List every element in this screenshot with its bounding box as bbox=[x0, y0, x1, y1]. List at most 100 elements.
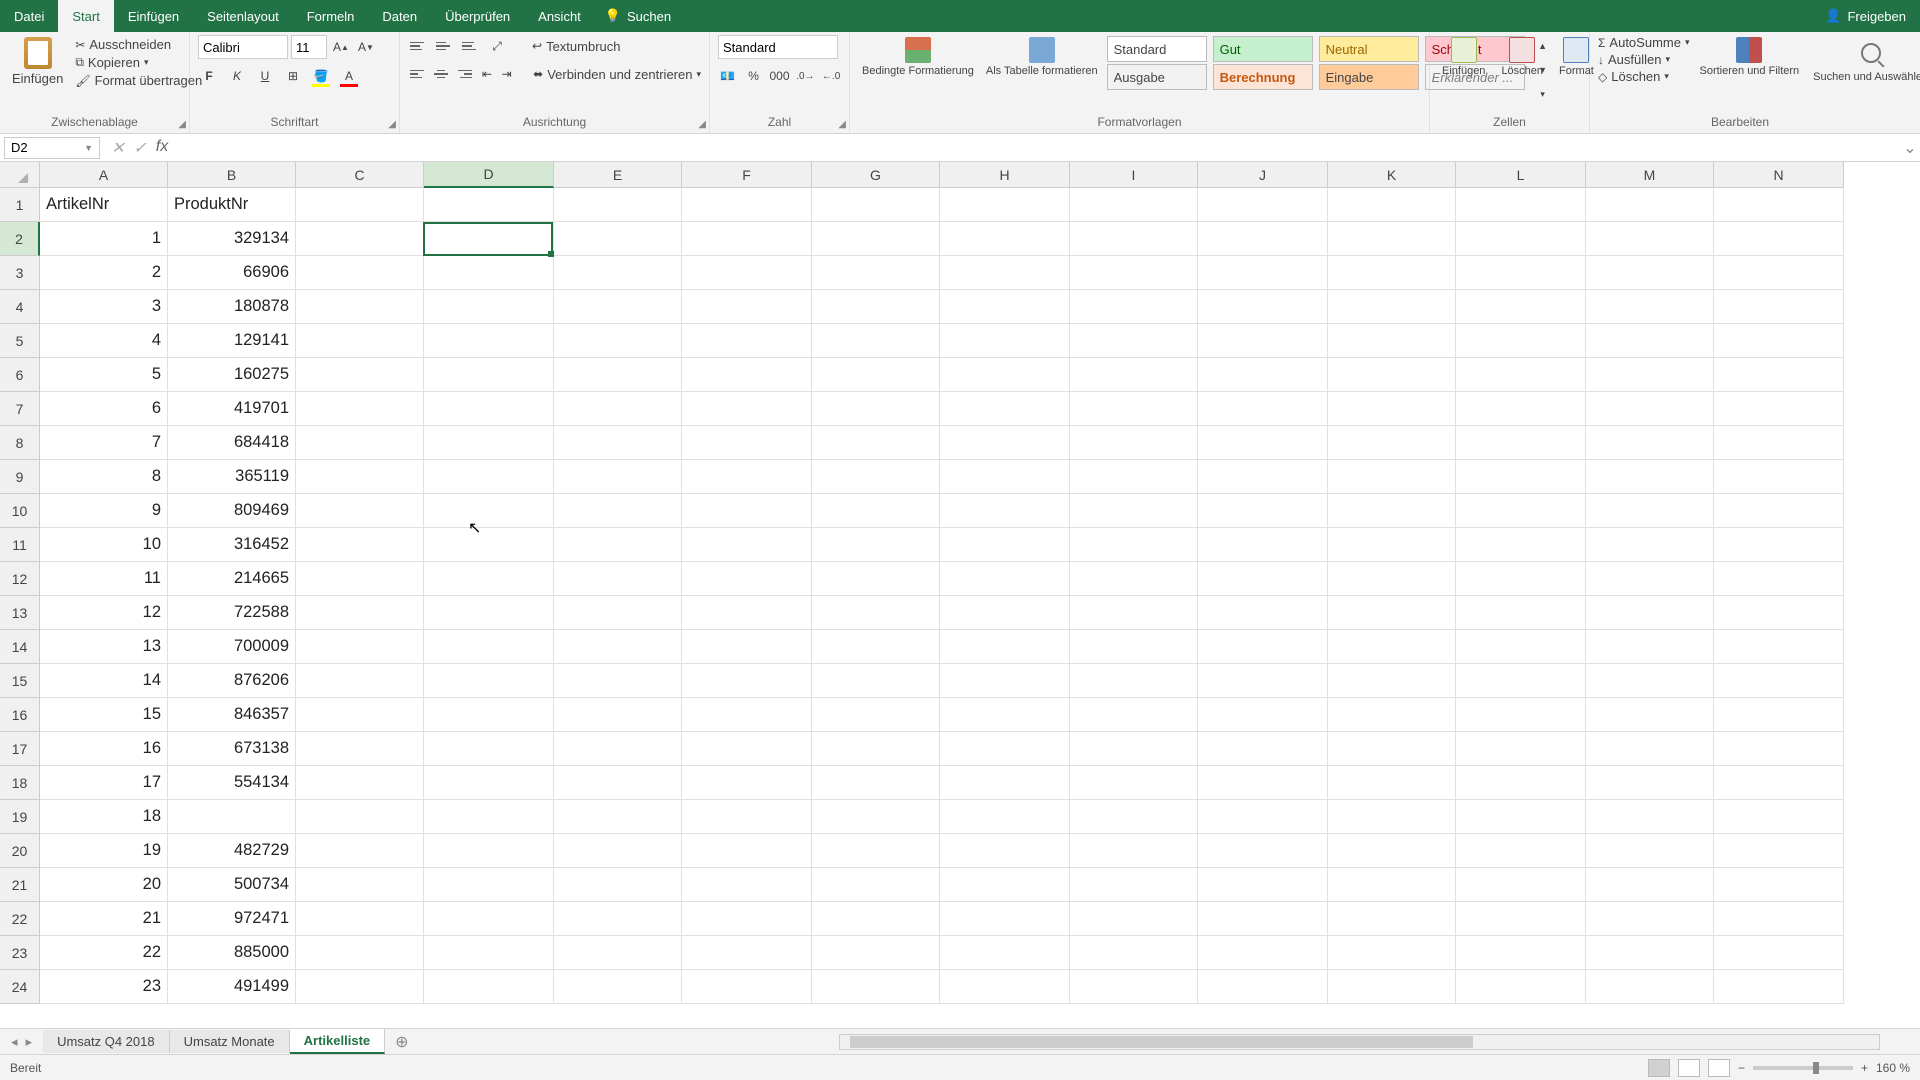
sheet-tab-artikelliste[interactable]: Artikelliste bbox=[290, 1029, 385, 1054]
sheet-nav-last[interactable]: ▸ bbox=[23, 1034, 36, 1050]
cell-L11[interactable] bbox=[1456, 528, 1586, 562]
cell-J5[interactable] bbox=[1198, 324, 1328, 358]
cell-A23[interactable]: 22 bbox=[40, 936, 168, 970]
cell-D6[interactable] bbox=[424, 358, 554, 392]
cell-F3[interactable] bbox=[682, 256, 812, 290]
cell-J23[interactable] bbox=[1198, 936, 1328, 970]
accept-formula-button[interactable]: ✓ bbox=[130, 138, 150, 158]
cell-L16[interactable] bbox=[1456, 698, 1586, 732]
cell-G12[interactable] bbox=[812, 562, 940, 596]
fill-color-button[interactable]: 🪣 bbox=[310, 65, 332, 87]
cell-F15[interactable] bbox=[682, 664, 812, 698]
column-header-D[interactable]: D bbox=[424, 162, 554, 188]
cell-I22[interactable] bbox=[1070, 902, 1198, 936]
zoom-out-button[interactable]: − bbox=[1738, 1061, 1745, 1075]
cell-L10[interactable] bbox=[1456, 494, 1586, 528]
row-header-13[interactable]: 13 bbox=[0, 596, 40, 630]
cell-I19[interactable] bbox=[1070, 800, 1198, 834]
dialog-launcher-icon[interactable]: ◢ bbox=[388, 119, 396, 130]
cell-H6[interactable] bbox=[940, 358, 1070, 392]
cell-A24[interactable]: 23 bbox=[40, 970, 168, 1004]
conditional-format-button[interactable]: Bedingte Formatierung bbox=[858, 35, 978, 79]
cell-I23[interactable] bbox=[1070, 936, 1198, 970]
cell-B24[interactable]: 491499 bbox=[168, 970, 296, 1004]
cell-K10[interactable] bbox=[1328, 494, 1456, 528]
dialog-launcher-icon[interactable]: ◢ bbox=[698, 119, 706, 130]
cell-E5[interactable] bbox=[554, 324, 682, 358]
cell-L20[interactable] bbox=[1456, 834, 1586, 868]
cell-G15[interactable] bbox=[812, 664, 940, 698]
cell-H17[interactable] bbox=[940, 732, 1070, 766]
tab-formeln[interactable]: Formeln bbox=[293, 0, 369, 32]
cell-H24[interactable] bbox=[940, 970, 1070, 1004]
cell-A12[interactable]: 11 bbox=[40, 562, 168, 596]
row-header-12[interactable]: 12 bbox=[0, 562, 40, 596]
column-header-E[interactable]: E bbox=[554, 162, 682, 188]
cell-A2[interactable]: 1 bbox=[40, 222, 168, 256]
cell-E16[interactable] bbox=[554, 698, 682, 732]
cell-B16[interactable]: 846357 bbox=[168, 698, 296, 732]
underline-button[interactable]: U bbox=[254, 65, 276, 87]
cell-G16[interactable] bbox=[812, 698, 940, 732]
cell-N22[interactable] bbox=[1714, 902, 1844, 936]
cell-N5[interactable] bbox=[1714, 324, 1844, 358]
cell-D12[interactable] bbox=[424, 562, 554, 596]
tab-ansicht[interactable]: Ansicht bbox=[524, 0, 595, 32]
cell-H18[interactable] bbox=[940, 766, 1070, 800]
font-name-select[interactable] bbox=[198, 35, 288, 59]
cell-G2[interactable] bbox=[812, 222, 940, 256]
cell-H12[interactable] bbox=[940, 562, 1070, 596]
cell-G17[interactable] bbox=[812, 732, 940, 766]
cell-G7[interactable] bbox=[812, 392, 940, 426]
cell-J20[interactable] bbox=[1198, 834, 1328, 868]
cell-F22[interactable] bbox=[682, 902, 812, 936]
cell-I9[interactable] bbox=[1070, 460, 1198, 494]
cell-K4[interactable] bbox=[1328, 290, 1456, 324]
column-header-J[interactable]: J bbox=[1198, 162, 1328, 188]
cell-C8[interactable] bbox=[296, 426, 424, 460]
cell-D5[interactable] bbox=[424, 324, 554, 358]
cell-A4[interactable]: 3 bbox=[40, 290, 168, 324]
cell-C22[interactable] bbox=[296, 902, 424, 936]
cell-L14[interactable] bbox=[1456, 630, 1586, 664]
cell-A3[interactable]: 2 bbox=[40, 256, 168, 290]
cell-H4[interactable] bbox=[940, 290, 1070, 324]
cell-I6[interactable] bbox=[1070, 358, 1198, 392]
cell-B5[interactable]: 129141 bbox=[168, 324, 296, 358]
cell-H14[interactable] bbox=[940, 630, 1070, 664]
align-top-button[interactable] bbox=[408, 37, 428, 55]
row-header-3[interactable]: 3 bbox=[0, 256, 40, 290]
cell-F17[interactable] bbox=[682, 732, 812, 766]
cell-I5[interactable] bbox=[1070, 324, 1198, 358]
cell-N15[interactable] bbox=[1714, 664, 1844, 698]
cell-D11[interactable] bbox=[424, 528, 554, 562]
align-bottom-button[interactable] bbox=[460, 37, 480, 55]
cell-B3[interactable]: 66906 bbox=[168, 256, 296, 290]
cell-L2[interactable] bbox=[1456, 222, 1586, 256]
row-header-17[interactable]: 17 bbox=[0, 732, 40, 766]
cell-H2[interactable] bbox=[940, 222, 1070, 256]
merge-center-button[interactable]: ⬌ Verbinden und zentrieren ▾ bbox=[533, 67, 701, 82]
cell-E17[interactable] bbox=[554, 732, 682, 766]
cell-N13[interactable] bbox=[1714, 596, 1844, 630]
cell-K3[interactable] bbox=[1328, 256, 1456, 290]
border-button[interactable]: ⊞ bbox=[282, 65, 304, 87]
percent-button[interactable]: % bbox=[744, 65, 764, 87]
row-header-2[interactable]: 2 bbox=[0, 222, 40, 256]
cell-G18[interactable] bbox=[812, 766, 940, 800]
cell-I24[interactable] bbox=[1070, 970, 1198, 1004]
cell-C11[interactable] bbox=[296, 528, 424, 562]
cell-J18[interactable] bbox=[1198, 766, 1328, 800]
cell-style-ausgabe[interactable]: Ausgabe bbox=[1107, 64, 1207, 90]
cell-K15[interactable] bbox=[1328, 664, 1456, 698]
cell-B13[interactable]: 722588 bbox=[168, 596, 296, 630]
cell-style-eingabe[interactable]: Eingabe bbox=[1319, 64, 1419, 90]
cell-A15[interactable]: 14 bbox=[40, 664, 168, 698]
cell-J14[interactable] bbox=[1198, 630, 1328, 664]
cell-D19[interactable] bbox=[424, 800, 554, 834]
cell-K12[interactable] bbox=[1328, 562, 1456, 596]
cell-N11[interactable] bbox=[1714, 528, 1844, 562]
cell-D21[interactable] bbox=[424, 868, 554, 902]
cell-E11[interactable] bbox=[554, 528, 682, 562]
cell-A20[interactable]: 19 bbox=[40, 834, 168, 868]
